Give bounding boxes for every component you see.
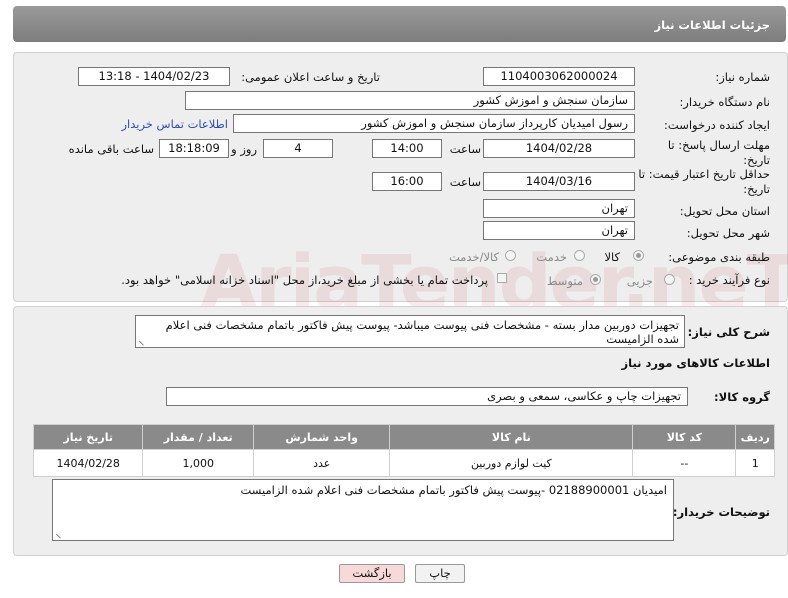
col-unit-header: واحد شمارش: [252, 424, 391, 450]
requester-field[interactable]: رسول امیدیان کارپرداز سازمان سنجش و اموز…: [233, 114, 635, 133]
col-code-header: کد کالا: [632, 424, 737, 450]
cell-unit: عدد: [252, 449, 391, 477]
buyer-org-field[interactable]: سازمان سنجش و اموزش کشور: [185, 91, 635, 110]
remaining-label: ساعت باقی مانده: [68, 142, 154, 156]
description-label: شرح کلی نیاز:: [687, 325, 770, 339]
delivery-province-field[interactable]: تهران: [483, 199, 635, 218]
process-radio-minor[interactable]: [664, 274, 675, 285]
goods-group-field[interactable]: تجهیزات چاپ و عکاسی، سمعی و بصری: [166, 387, 688, 406]
goods-group-label: گروه کالا:: [714, 390, 770, 404]
price-time-label: ساعت: [449, 175, 481, 189]
days-field[interactable]: 4: [263, 139, 333, 158]
price-validity-label: حداقل تاریخ اعتبار قیمت: تا تاریخ:: [638, 167, 770, 196]
delivery-province-label: استان محل تحویل:: [679, 204, 770, 218]
col-name-header: نام کالا: [389, 424, 634, 450]
page-header: جزئیات اطلاعات نیاز: [13, 6, 786, 42]
table-row[interactable]: 1 -- کیت لوازم دوربین عدد 1,000 1404/02/…: [32, 449, 775, 477]
back-button[interactable]: بازگشت: [339, 564, 405, 583]
process-radio-medium[interactable]: [590, 274, 601, 285]
delivery-city-label: شهر محل تحویل:: [686, 226, 770, 240]
description-field[interactable]: تجهیزات دوربین مدار بسته - مشخصات فنی پی…: [135, 315, 685, 348]
buyer-org-label: نام دستگاه خریدار:: [679, 95, 770, 109]
treasury-payment-checkbox[interactable]: [497, 273, 507, 283]
category-radio-goods-service[interactable]: [505, 250, 516, 261]
reply-deadline-time-field[interactable]: 14:00: [372, 139, 442, 158]
delivery-city-field[interactable]: تهران: [483, 221, 635, 240]
process-option-minor: جزیی: [626, 274, 653, 288]
need-number-label: شماره نیاز:: [715, 70, 770, 84]
cell-row: 1: [735, 449, 775, 477]
remaining-time-field[interactable]: 18:18:09: [159, 139, 229, 158]
buyer-contact-link[interactable]: اطلاعات تماس خریدار: [121, 117, 228, 131]
category-radio-service[interactable]: [574, 250, 585, 261]
category-radio-goods[interactable]: [633, 250, 644, 261]
process-option-medium: متوسط: [546, 274, 583, 288]
category-option-goods-service: کالا/خدمت: [448, 250, 499, 264]
category-label: طبقه بندی موضوعی:: [668, 250, 770, 264]
print-button[interactable]: چاپ: [415, 564, 465, 583]
goods-info-title: اطلاعات کالاهای مورد نیاز: [621, 356, 770, 370]
price-validity-time-field[interactable]: 16:00: [372, 172, 442, 191]
buyer-notes-label: توضیحات خریدار:: [672, 505, 770, 519]
col-row-header: ردیف: [735, 424, 775, 450]
price-validity-date-field[interactable]: 1404/03/16: [483, 172, 635, 191]
payment-note: پرداخت تمام یا بخشی از مبلغ خرید،از محل …: [121, 273, 488, 287]
announce-datetime-field[interactable]: 1404/02/23 - 13:18: [78, 67, 230, 86]
page-title: جزئیات اطلاعات نیاز: [654, 18, 770, 32]
cell-code: --: [632, 449, 737, 477]
table-header-row: ردیف کد کالا نام کالا واحد شمارش تعداد /…: [32, 424, 775, 450]
col-qty-header: تعداد / مقدار: [142, 424, 254, 450]
goods-table: ردیف کد کالا نام کالا واحد شمارش تعداد /…: [32, 424, 775, 477]
cell-name: کیت لوازم دوربین: [389, 449, 634, 477]
days-label: روز و: [231, 142, 257, 156]
col-date-header: تاریخ نیاز: [32, 424, 144, 450]
reply-time-label: ساعت: [449, 142, 481, 156]
category-option-goods: کالا: [604, 250, 620, 264]
reply-deadline-date-field[interactable]: 1404/02/28: [483, 139, 635, 158]
category-option-service: خدمت: [536, 250, 567, 264]
cell-qty: 1,000: [142, 449, 254, 477]
cell-date: 1404/02/28: [32, 449, 144, 477]
announce-datetime-label: تاریخ و ساعت اعلان عمومی:: [241, 70, 380, 84]
buyer-notes-field[interactable]: امیدیان 02188900001 -پیوست پیش فاکتور با…: [52, 479, 674, 541]
reply-deadline-label: مهلت ارسال پاسخ: تا تاریخ:: [667, 138, 770, 167]
requester-label: ایجاد کننده درخواست:: [664, 118, 770, 132]
process-label: نوع فرآیند خرید :: [688, 273, 770, 287]
need-number-field[interactable]: 1104003062000024: [483, 67, 635, 86]
